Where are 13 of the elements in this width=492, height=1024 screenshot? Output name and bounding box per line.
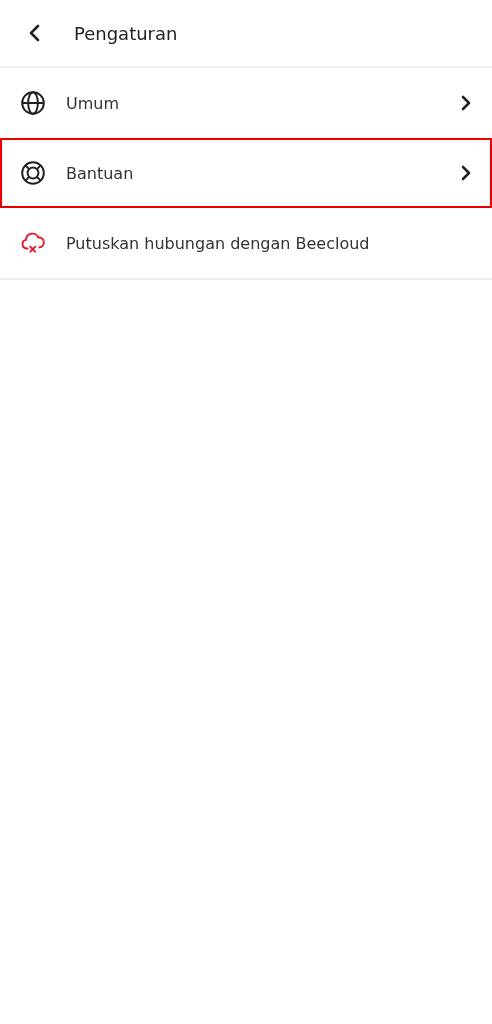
globe-icon: [20, 90, 46, 116]
page-title: Pengaturan: [74, 22, 178, 44]
item-label: Umum: [66, 93, 121, 113]
item-label: Putuskan hubungan dengan Beecloud: [66, 233, 371, 253]
chevron-right-icon: [460, 164, 472, 182]
settings-item[interactable]: Putuskan hubungan dengan Beecloud: [0, 208, 492, 278]
settings-item[interactable]: Umum: [0, 68, 492, 138]
item-label: Bantuan: [66, 163, 135, 183]
back-icon: [28, 23, 42, 43]
chevron-right-icon: [460, 94, 472, 112]
cloud-remove-icon: [20, 230, 46, 256]
lifebuoy-icon: [20, 160, 46, 186]
settings-item[interactable]: Bantuan: [0, 138, 492, 208]
